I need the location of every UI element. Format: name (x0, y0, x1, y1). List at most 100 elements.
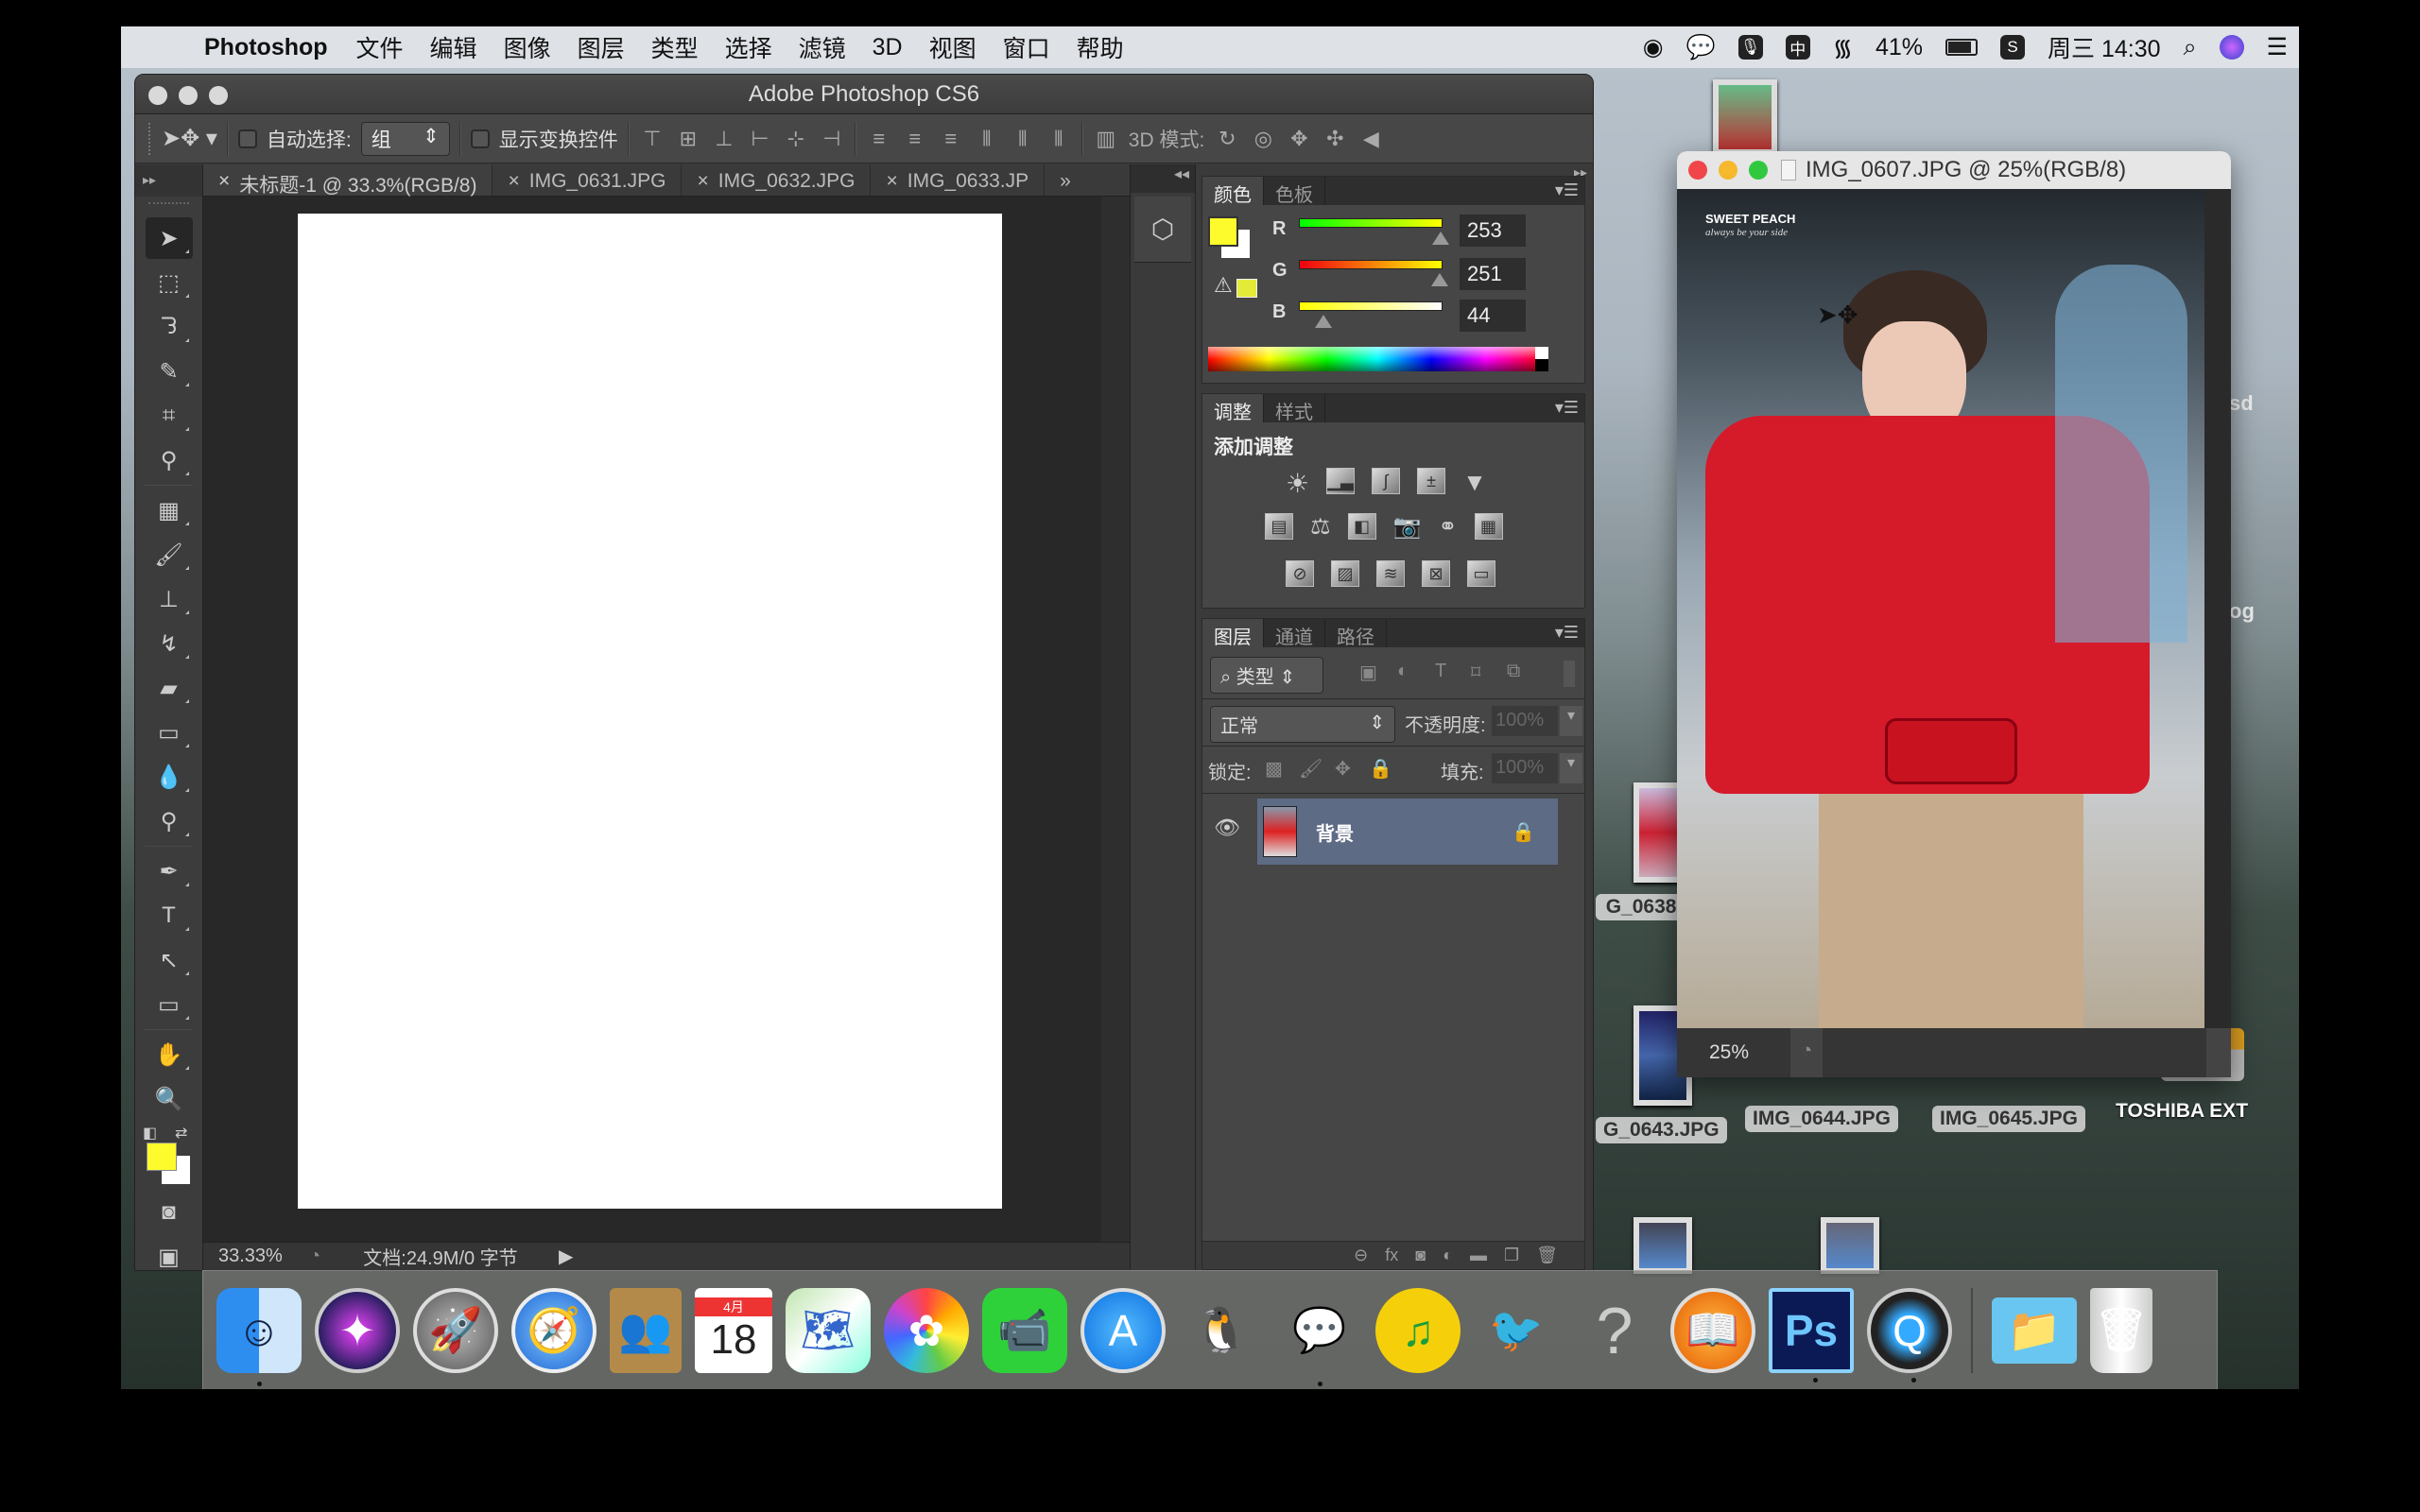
distribute-hcenter-icon[interactable]: ⫴ (1010, 127, 1036, 151)
opacity-field[interactable]: 100% (1492, 706, 1558, 736)
dock-launchpad[interactable]: 🚀 (413, 1287, 498, 1373)
threshold-icon[interactable]: ≋ (1376, 560, 1405, 587)
channel-r-slider[interactable] (1299, 218, 1443, 228)
move-tool[interactable]: ➤ (145, 217, 193, 259)
dock-unknown-app[interactable]: ? (1572, 1288, 1657, 1373)
screen-mode-icon[interactable]: ▣ (146, 1236, 193, 1270)
photo-canvas[interactable]: SWEET PEACH always be your side ➤✥ (1677, 189, 2204, 1028)
clock[interactable]: 周三 14:30 (2036, 30, 2172, 64)
collapse-panels-icon[interactable]: ▸▸ (1196, 164, 1593, 180)
crop-tool[interactable]: ⌗ (146, 395, 193, 437)
posterize-icon[interactable]: ▨ (1331, 560, 1359, 587)
layer-filter-dropdown[interactable]: ⌕ 类型 ⇕ (1210, 657, 1323, 694)
spotlight-search-icon[interactable]: ⌕ (2172, 34, 2208, 61)
default-colors-icon[interactable]: ◧ (143, 1124, 157, 1143)
menu-app-name[interactable]: Photoshop (189, 34, 343, 61)
hue-saturation-icon[interactable]: ▤ (1265, 513, 1293, 540)
toolbox-expand-icon[interactable]: ▸▸ (135, 164, 202, 197)
dock-quicktime[interactable]: Q (1867, 1287, 1952, 1383)
tab-untitled-1[interactable]: × 未标题-1 @ 33.3%(RGB/8) (203, 164, 493, 197)
pen-tool[interactable]: ✒ (146, 850, 193, 892)
dock-app-store[interactable]: A (1080, 1287, 1166, 1373)
new-adjustment-layer-icon[interactable]: ◐ (1443, 1246, 1453, 1265)
menu-file[interactable]: 文件 (343, 30, 417, 64)
menu-type[interactable]: 类型 (638, 30, 712, 64)
marquee-tool[interactable]: ⬚ (146, 262, 193, 303)
tab-swatches[interactable]: 色板 (1264, 177, 1325, 206)
tab-channels[interactable]: 通道 (1264, 619, 1325, 648)
foreground-color-swatch[interactable] (147, 1143, 177, 1171)
dock-trash[interactable]: 🗑 (2090, 1287, 2152, 1373)
brightness-contrast-icon[interactable]: ☀ (1286, 468, 1309, 499)
close-tab-icon[interactable]: × (218, 170, 230, 192)
dock-contacts[interactable]: 👥 (610, 1287, 682, 1373)
zoom-tool[interactable]: 🔍 (146, 1078, 193, 1120)
panel-menu-icon[interactable]: ▾☰ (1555, 623, 1579, 643)
filter-pixel-icon[interactable]: ▣ (1359, 661, 1377, 684)
quick-select-tool[interactable]: ✎ (146, 351, 193, 392)
dock-qq-music[interactable]: ♫ (1375, 1287, 1461, 1373)
input-method-icon[interactable]: 中 (1774, 35, 1822, 60)
align-bottom-icon[interactable]: ⊥ (711, 127, 737, 151)
filter-type-icon[interactable]: T (1435, 661, 1446, 682)
layer-style-fx-icon[interactable]: fx (1385, 1246, 1398, 1265)
photo-filter-icon[interactable]: 📷 (1393, 513, 1422, 541)
align-top-icon[interactable]: ⊤ (639, 127, 666, 151)
out-of-gamut-warning-icon[interactable]: ⚠ (1214, 273, 1233, 298)
3d-roll-icon[interactable]: ◎ (1250, 127, 1276, 151)
panel-menu-icon[interactable]: ▾☰ (1555, 180, 1579, 200)
channel-b-value[interactable]: 44 (1460, 300, 1526, 332)
channel-b-thumb[interactable] (1314, 315, 1332, 328)
status-info-icon[interactable]: ◔ (1790, 1028, 1823, 1077)
layer-row-background[interactable]: 背景 🔒 (1257, 799, 1558, 865)
type-tool[interactable]: T (146, 895, 193, 936)
lock-position-icon[interactable]: ✥ (1335, 757, 1351, 781)
siri-icon[interactable] (2208, 35, 2256, 60)
color-lookup-icon[interactable]: ▦ (1474, 513, 1503, 540)
auto-align-icon[interactable]: ▥ (1093, 127, 1119, 151)
desktop-file-top[interactable] (1713, 79, 1777, 155)
vibrance-icon[interactable]: ▼ (1462, 468, 1487, 499)
gradient-map-icon[interactable]: ▭ (1467, 560, 1495, 587)
path-selection-tool[interactable]: ↖ (146, 939, 193, 981)
menu-view[interactable]: 视图 (916, 30, 990, 64)
distribute-right-icon[interactable]: ⫴ (1046, 127, 1072, 151)
eyedropper-tool[interactable]: ⚲ (146, 439, 193, 481)
exposure-icon[interactable]: ± (1417, 468, 1446, 494)
show-transform-checkbox[interactable] (470, 129, 490, 148)
layer-lock-icon[interactable]: 🔒 (1512, 820, 1535, 844)
resize-grip-icon[interactable] (2206, 1028, 2231, 1077)
tab-layers[interactable]: 图层 (1202, 619, 1264, 648)
color-spectrum-ramp[interactable] (1208, 347, 1547, 371)
channel-r-thumb[interactable] (1432, 232, 1450, 245)
desktop-file-bottom-1[interactable] (1607, 1217, 1692, 1274)
battery-icon[interactable] (1934, 39, 1989, 56)
3d-rotate-icon[interactable]: ↻ (1214, 127, 1240, 151)
move-tool-preset-icon[interactable]: ➤✥ ▾ (162, 125, 217, 152)
history-brush-tool[interactable]: ↯ (146, 623, 193, 664)
image-window-title-bar[interactable]: IMG_0607.JPG @ 25%(RGB/8) (1677, 151, 2231, 189)
3d-scale-icon[interactable]: ◀ (1357, 127, 1384, 151)
zoom-button[interactable] (1749, 161, 1768, 180)
dock-wechat[interactable]: 💬 (1277, 1288, 1362, 1386)
dock-qq[interactable]: 🐧 (1179, 1288, 1264, 1373)
rectangle-tool[interactable]: ▭ (146, 984, 193, 1025)
spectrum-white-black[interactable] (1535, 347, 1548, 371)
menu-image[interactable]: 图像 (491, 30, 564, 64)
dodge-tool[interactable]: ⚲ (146, 800, 193, 842)
channel-g-value[interactable]: 251 (1460, 258, 1526, 290)
menu-window[interactable]: 窗口 (990, 30, 1063, 64)
auto-select-checkbox[interactable] (237, 129, 257, 148)
quick-mask-icon[interactable]: ◙ (146, 1192, 193, 1233)
layer-visibility-eye-icon[interactable]: 👁 (1214, 816, 1240, 840)
dock-finder[interactable]: ☺ (216, 1287, 302, 1386)
distribute-left-icon[interactable]: ⫴ (974, 127, 1000, 151)
brush-tool[interactable]: 🖌 (146, 534, 193, 576)
minimize-button[interactable] (1719, 161, 1737, 180)
toolbox-grip[interactable] (148, 202, 189, 212)
opacity-dropdown-arrow[interactable]: ▾ (1560, 706, 1582, 736)
align-left-icon[interactable]: ⊢ (747, 127, 773, 151)
window-title-bar[interactable]: Adobe Photoshop CS6 (135, 75, 1593, 114)
dock-downloads-folder[interactable]: 📁 (1992, 1297, 2077, 1364)
tabs-overflow-button[interactable]: » (1045, 164, 1086, 196)
